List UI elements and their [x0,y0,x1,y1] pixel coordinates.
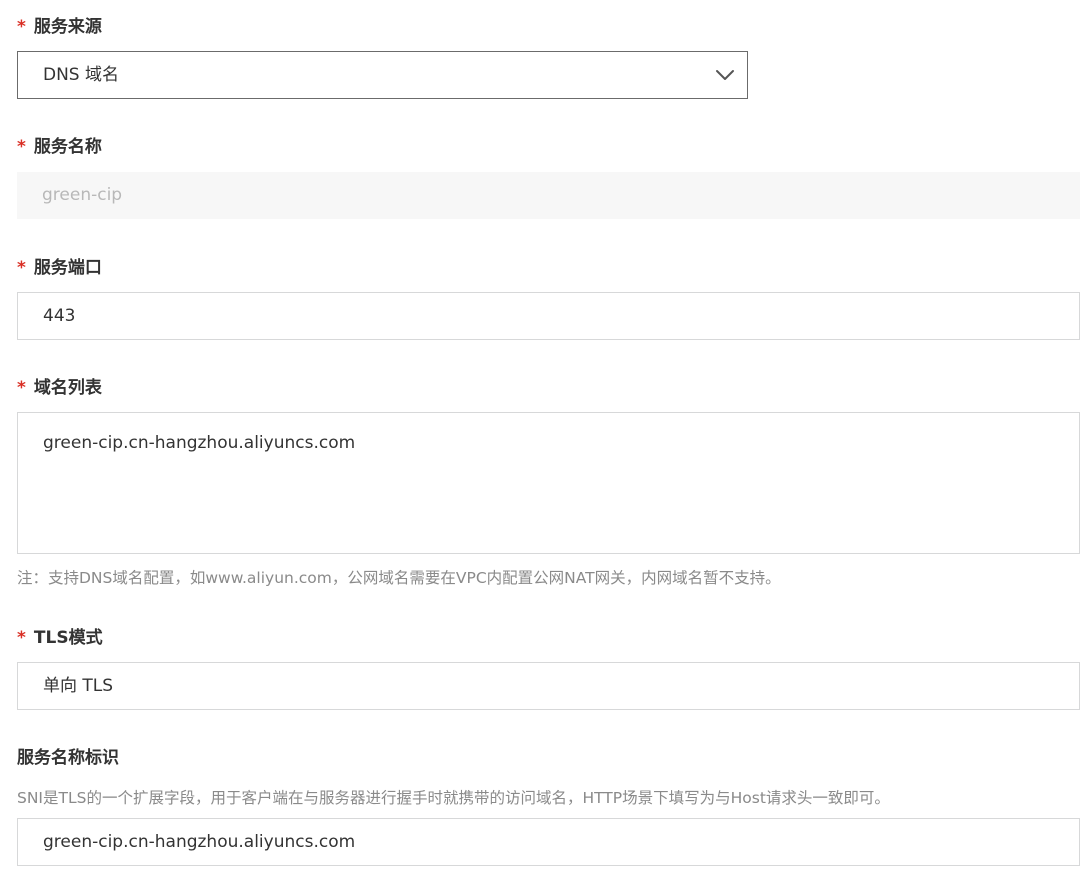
service-source-label-text: 服务来源 [33,17,102,37]
service-source-value: DNS 域名 [43,65,120,85]
service-source-select[interactable]: DNS 域名 [17,51,748,99]
required-mark: * [17,628,26,648]
service-source-label: * 服务来源 [17,15,102,39]
sni-description: SNI是TLS的一个扩展字段，用于客户端在与服务器进行握手时就携带的访问域名，H… [17,789,890,807]
sni-label: 服务名称标识 [17,748,119,768]
required-mark: * [17,17,26,37]
service-port-label-text: 服务端口 [33,258,102,278]
domain-list-value: green-cip.cn-hangzhou.aliyuncs.com [43,433,356,453]
domain-list-label-text: 域名列表 [33,378,102,398]
service-port-value: 443 [43,306,76,326]
sni-input[interactable]: green-cip.cn-hangzhou.aliyuncs.com [17,818,1080,866]
tls-mode-label: * TLS模式 [17,626,103,650]
domain-list-label: * 域名列表 [17,376,102,400]
service-name-input[interactable]: green-cip [17,172,1080,219]
service-name-placeholder: green-cip [42,185,123,205]
domain-list-textarea[interactable]: green-cip.cn-hangzhou.aliyuncs.com [17,412,1080,554]
domain-list-note: 注：支持DNS域名配置，如www.aliyun.com，公网域名需要在VPC内配… [17,569,781,587]
required-mark: * [17,378,26,398]
tls-mode-label-text: TLS模式 [33,628,103,648]
required-mark: * [17,258,26,278]
tls-mode-select[interactable]: 单向 TLS [17,662,1080,710]
required-mark: * [17,137,26,157]
sni-value: green-cip.cn-hangzhou.aliyuncs.com [43,832,356,852]
service-port-label: * 服务端口 [17,256,102,280]
service-name-label-text: 服务名称 [33,137,102,157]
chevron-down-icon [716,70,734,80]
service-port-input[interactable]: 443 [17,292,1080,340]
service-name-label: * 服务名称 [17,135,102,159]
tls-mode-value: 单向 TLS [43,676,114,696]
